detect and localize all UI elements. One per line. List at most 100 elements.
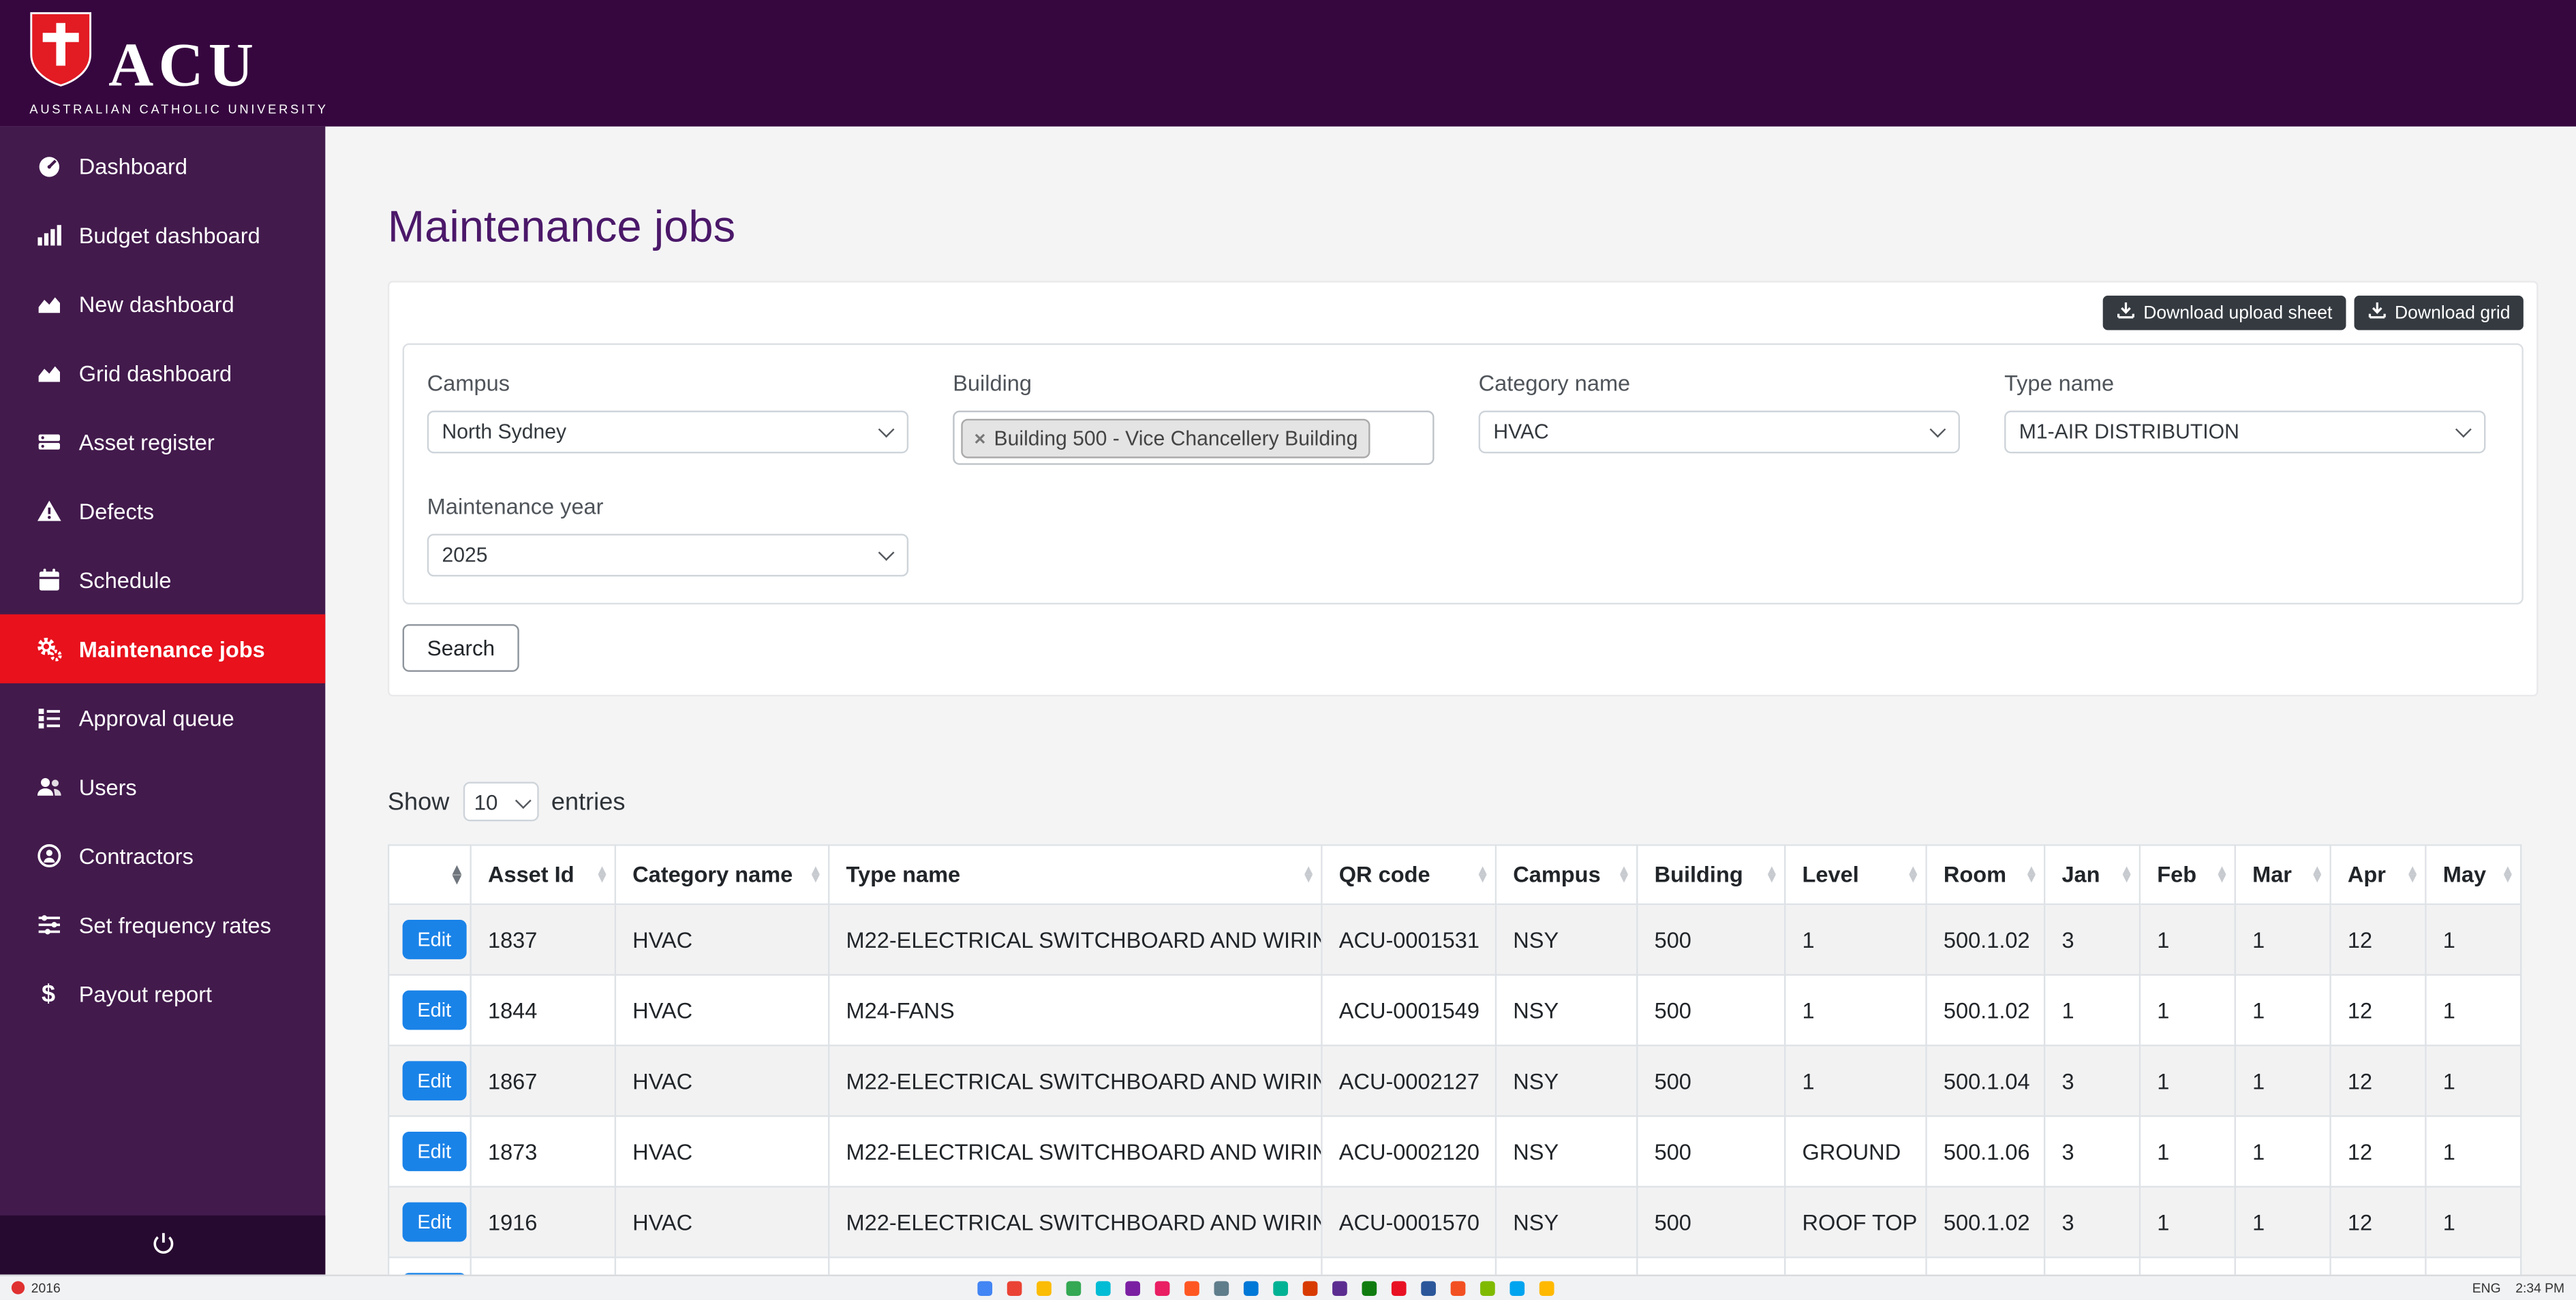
power-button[interactable] xyxy=(151,1231,175,1260)
sidebar-item-label: New dashboard xyxy=(78,291,234,317)
table-cell: 1867 xyxy=(470,1044,617,1117)
edit-button[interactable]: Edit xyxy=(402,1202,466,1242)
download-upload-sheet-button[interactable]: Download upload sheet xyxy=(2102,295,2346,330)
sidebar-item-set-frequency-rates[interactable]: Set frequency rates xyxy=(0,891,325,959)
column-header[interactable]: ▲ ▼ xyxy=(387,844,472,906)
table-cell: 1844 xyxy=(470,974,617,1047)
page-size-select[interactable]: 10 xyxy=(462,781,538,822)
column-header[interactable]: May ▲ ▼ xyxy=(2425,844,2522,906)
edit-button[interactable]: Edit xyxy=(402,1061,466,1101)
sidebar-item-label: Maintenance jobs xyxy=(78,636,265,662)
clock[interactable]: 2:34 PM xyxy=(2515,1281,2564,1296)
search-button[interactable]: Search xyxy=(402,624,520,672)
taskbar-icon[interactable] xyxy=(1362,1280,1377,1296)
type-label: Type name xyxy=(2004,371,2115,396)
column-header[interactable]: QR code ▲ ▼ xyxy=(1321,844,1497,906)
column-header[interactable]: Level ▲ ▼ xyxy=(1784,844,1927,906)
taskbar-icon[interactable] xyxy=(1244,1280,1259,1296)
sidebar-item-schedule[interactable]: Schedule xyxy=(0,545,325,614)
edit-button[interactable]: Edit xyxy=(402,919,466,959)
column-header[interactable]: Feb ▲ ▼ xyxy=(2138,844,2236,906)
edit-cell: Edit xyxy=(387,1115,472,1188)
sidebar-item-payout-report[interactable]: $ Payout report xyxy=(0,959,325,1028)
table-cell: 500.1.06 xyxy=(1925,1115,2046,1188)
column-header[interactable]: Mar ▲ ▼ xyxy=(2234,844,2331,906)
sidebar-item-grid-dashboard[interactable]: Grid dashboard xyxy=(0,339,325,407)
filter-panel: Campus North Sydney Building × Building … xyxy=(402,343,2524,605)
table-cell: 1 xyxy=(2425,903,2522,976)
table-cell: 500.1.02 xyxy=(1925,974,2046,1047)
sidebar-item-label: Contractors xyxy=(78,843,194,869)
language-indicator[interactable]: ENG xyxy=(2472,1281,2501,1296)
taskbar-icon[interactable] xyxy=(1067,1280,1082,1296)
taskbar-icon[interactable] xyxy=(978,1280,993,1296)
taskbar-icon[interactable] xyxy=(1510,1280,1525,1296)
table-cell: ACU-0002127 xyxy=(1321,1044,1497,1117)
sidebar-item-contractors[interactable]: Contractors xyxy=(0,821,325,890)
taskbar-icon[interactable] xyxy=(1332,1280,1348,1296)
sidebar-item-asset-register[interactable]: Asset register xyxy=(0,407,325,476)
taskbar-icon[interactable] xyxy=(1214,1280,1230,1296)
taskbar-icon[interactable] xyxy=(1539,1280,1555,1296)
year-select[interactable]: 2025 xyxy=(427,533,909,577)
table-cell: 12 xyxy=(2329,1044,2427,1117)
category-select-wrap: HVAC xyxy=(1478,410,1960,454)
category-select[interactable]: HVAC xyxy=(1478,410,1960,454)
table-cell: 3 xyxy=(2043,903,2141,976)
table-cell: 500.1.04 xyxy=(1925,1044,2046,1117)
column-label: Room xyxy=(1943,862,2007,887)
taskbar-icon[interactable] xyxy=(1274,1280,1289,1296)
taskbar-icon[interactable] xyxy=(1155,1280,1171,1296)
taskbar-icon[interactable] xyxy=(1037,1280,1052,1296)
taskbar-icon[interactable] xyxy=(1126,1280,1141,1296)
remove-tag-icon[interactable]: × xyxy=(975,428,986,448)
taskbar-icon[interactable] xyxy=(1422,1280,1437,1296)
campus-select[interactable]: North Sydney xyxy=(427,410,909,454)
acu-logo[interactable]: ACU AUSTRALIAN CATHOLIC UNIVERSITY xyxy=(29,11,328,116)
sidebar-item-new-dashboard[interactable]: New dashboard xyxy=(0,269,325,338)
type-select[interactable]: M1-AIR DISTRIBUTION xyxy=(2004,410,2486,454)
taskbar-icon[interactable] xyxy=(1096,1280,1111,1296)
table-row: Edit 1867 HVAC M22-ELECTRICAL SWITCHBOARD A… xyxy=(387,1044,2522,1117)
column-header[interactable]: Asset Id ▲ ▼ xyxy=(470,844,617,906)
building-multiselect[interactable]: × Building 500 - Vice Chancellery Buildi… xyxy=(953,410,1435,465)
edit-cell: Edit xyxy=(387,1186,472,1258)
table-cell: 500 xyxy=(1636,1044,1786,1117)
table-cell: GROUND xyxy=(1784,1115,1927,1188)
taskbar-icon[interactable] xyxy=(1392,1280,1407,1296)
sidebar-item-dashboard[interactable]: Dashboard xyxy=(0,131,325,200)
sidebar-item-maintenance-jobs[interactable]: Maintenance jobs xyxy=(0,614,326,683)
table-row: Edit 1837 HVAC M22-ELECTRICAL SWITCHBOARD A… xyxy=(387,903,2522,976)
column-header[interactable]: Jan ▲ ▼ xyxy=(2043,844,2141,906)
table-cell: 1873 xyxy=(470,1115,617,1188)
download-grid-label: Download grid xyxy=(2395,303,2511,323)
table-cell: 3 xyxy=(2043,1115,2141,1188)
taskbar-icon[interactable] xyxy=(1007,1280,1023,1296)
taskbar-icon[interactable] xyxy=(1184,1280,1200,1296)
taskbar-icon[interactable] xyxy=(1480,1280,1496,1296)
column-header[interactable]: Apr ▲ ▼ xyxy=(2329,844,2427,906)
column-header[interactable]: Type name ▲ ▼ xyxy=(827,844,1323,906)
sidebar-item-budget-dashboard[interactable]: Budget dashboard xyxy=(0,200,325,269)
taskbar-icon[interactable] xyxy=(1303,1280,1319,1296)
download-grid-button[interactable]: Download grid xyxy=(2353,295,2524,330)
taskbar-app-icon[interactable] xyxy=(11,1281,25,1295)
taskbar-icon[interactable] xyxy=(1451,1280,1467,1296)
column-header[interactable]: Campus ▲ ▼ xyxy=(1494,844,1638,906)
column-label: Asset Id xyxy=(487,862,574,887)
sort-icon: ▲ ▼ xyxy=(1304,862,1313,885)
table-row: Edit 1844 HVAC M24-FANS ACU-0001549 NSY 500 1 50… xyxy=(387,974,2522,1047)
column-header[interactable]: Category name ▲ ▼ xyxy=(614,844,830,906)
table-cell: HVAC xyxy=(614,1186,830,1258)
building-field: Building × Building 500 - Vice Chancelle… xyxy=(953,371,1435,465)
edit-button[interactable]: Edit xyxy=(402,990,466,1030)
sidebar-item-defects[interactable]: Defects xyxy=(0,476,325,545)
entries-label: entries xyxy=(551,787,626,816)
edit-button[interactable]: Edit xyxy=(402,1131,466,1171)
column-header[interactable]: Building ▲ ▼ xyxy=(1636,844,1786,906)
table-cell: 1 xyxy=(2138,903,2236,976)
column-label: Campus xyxy=(1513,862,1601,887)
column-header[interactable]: Room ▲ ▼ xyxy=(1925,844,2046,906)
sidebar-item-users[interactable]: Users xyxy=(0,752,325,821)
sidebar-item-approval-queue[interactable]: Approval queue xyxy=(0,683,325,752)
